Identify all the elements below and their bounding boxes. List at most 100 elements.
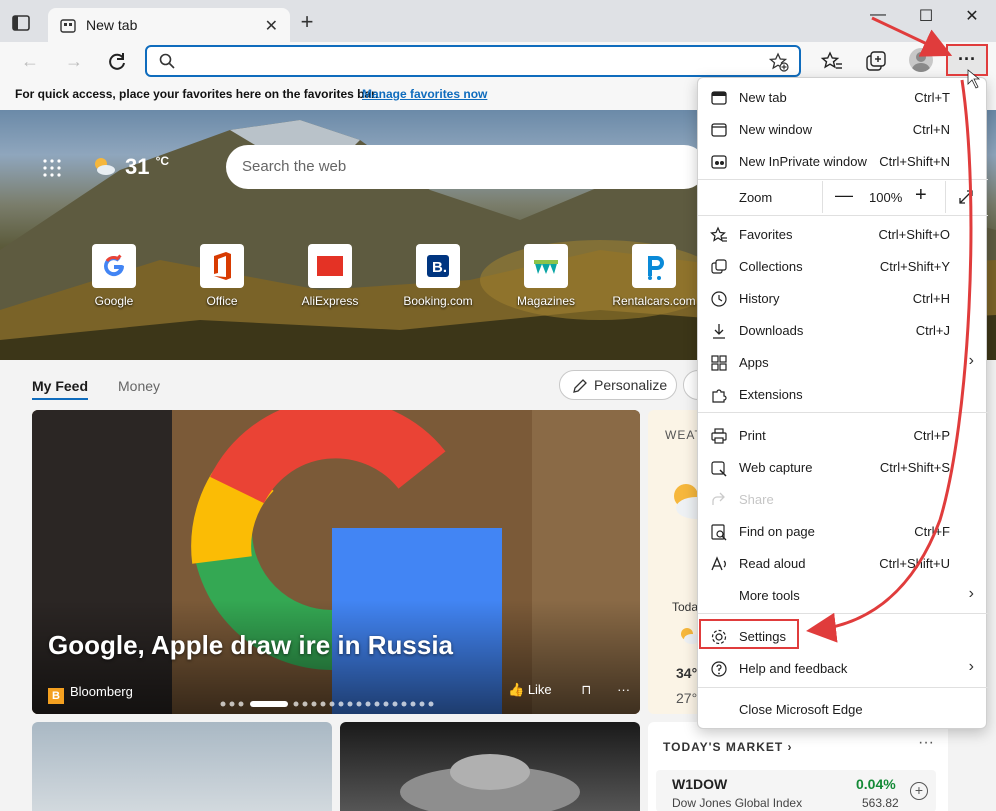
add-favorite-icon[interactable]	[769, 52, 789, 72]
thumbs-up-icon: 👍	[508, 682, 525, 697]
add-watchlist-icon[interactable]: +	[910, 782, 928, 800]
menu-item-inprivate[interactable]: New InPrivate window Ctrl+Shift+N	[698, 145, 988, 177]
new-tab-button[interactable]: +	[296, 11, 318, 34]
tile-aliexpress[interactable]: AliExpress	[285, 244, 375, 308]
chevron-right-icon: ›	[968, 658, 974, 675]
menu-item-close-edge[interactable]: Close Microsoft Edge	[698, 693, 988, 725]
menu-item-collections[interactable]: Collections Ctrl+Shift+Y	[698, 250, 988, 282]
find-icon	[711, 524, 727, 541]
weather-card-low: 27°	[676, 690, 698, 706]
weather-temperature[interactable]: 31 °C	[125, 154, 169, 180]
market-more-icon[interactable]: ···	[918, 734, 934, 752]
google-logo-icon	[92, 244, 136, 288]
market-row[interactable]: W1DOW Dow Jones Global Index 0.04% 563.8…	[656, 770, 936, 811]
booking-logo-icon: B.	[416, 244, 460, 288]
story-source: B Bloomberg	[48, 684, 133, 704]
menu-item-find-on-page[interactable]: Find on page Ctrl+F	[698, 515, 988, 547]
menu-item-help-feedback[interactable]: Help and feedback ›	[698, 652, 988, 684]
weather-card-today: Toda	[672, 600, 699, 614]
menu-item-web-capture[interactable]: Web capture Ctrl+Shift+S	[698, 451, 988, 483]
manage-favorites-link[interactable]: Manage favorites now	[362, 87, 487, 101]
aliexpress-logo-icon	[308, 244, 352, 288]
menu-item-more-tools[interactable]: More tools ›	[698, 579, 988, 611]
market-card[interactable]: TODAY'S MARKET › ··· W1DOW Dow Jones Glo…	[648, 722, 948, 811]
tile-label: Google	[94, 294, 134, 308]
tile-label: Magazines	[516, 294, 576, 308]
tile-magazines[interactable]: Magazines	[501, 244, 591, 308]
menu-item-print[interactable]: Print Ctrl+P	[698, 419, 988, 451]
like-button[interactable]: 👍 Like ⊓ ···	[508, 682, 630, 698]
zoom-in-button[interactable]: +	[915, 184, 927, 207]
new-tab-icon	[711, 91, 727, 105]
tile-rentalcars[interactable]: Rentalcars.com	[609, 244, 699, 308]
menu-separator	[698, 613, 988, 614]
carousel-indicator[interactable]	[220, 700, 450, 708]
refresh-button[interactable]	[105, 50, 129, 74]
search-icon	[159, 53, 175, 69]
collections-icon[interactable]	[864, 50, 888, 74]
tab-actions-icon[interactable]	[10, 12, 32, 34]
inprivate-icon	[711, 155, 727, 169]
forward-button[interactable]: →	[62, 50, 86, 74]
extensions-icon	[712, 389, 727, 403]
web-search-input[interactable]: Search the web	[226, 145, 706, 189]
spaceship-photo	[400, 754, 580, 811]
minimize-button[interactable]: —	[866, 6, 890, 26]
close-window-button[interactable]: ✕	[960, 6, 984, 26]
zoom-out-button[interactable]: —	[835, 185, 853, 206]
address-bar[interactable]	[145, 45, 801, 77]
tab-my-feed[interactable]: My Feed	[32, 378, 89, 400]
story-card-space[interactable]	[340, 722, 640, 811]
story-headline[interactable]: Google, Apple draw ire in Russia	[48, 630, 453, 661]
weather-card-high: 34°	[676, 665, 698, 681]
personalize-button[interactable]: Personalize	[559, 370, 677, 400]
menu-item-new-tab[interactable]: New tab Ctrl+T	[698, 81, 988, 113]
menu-item-favorites[interactable]: Favorites Ctrl+Shift+O	[698, 218, 988, 250]
print-icon	[711, 428, 727, 444]
title-bar: New tab ✕ + — ☐ ✕	[0, 0, 996, 46]
settings-and-more-menu: New tab Ctrl+T New window Ctrl+N New InPri…	[697, 77, 988, 729]
maximize-button[interactable]: ☐	[914, 6, 938, 26]
more-options-icon[interactable]: ···	[617, 682, 630, 697]
back-button[interactable]: ←	[18, 50, 42, 74]
menu-item-history[interactable]: History Ctrl+H	[698, 282, 988, 314]
tile-booking[interactable]: B. Booking.com	[393, 244, 483, 308]
help-icon	[711, 661, 727, 677]
tile-google[interactable]: Google	[69, 244, 159, 308]
tile-office[interactable]: Office	[177, 244, 267, 308]
chevron-right-icon: ›	[968, 352, 974, 369]
top-story-card[interactable]: Google, Apple draw ire in Russia B Bloomb…	[32, 410, 640, 714]
tab-new-tab[interactable]: New tab ✕	[48, 8, 290, 46]
share-icon	[712, 492, 725, 505]
menu-item-extensions[interactable]: Extensions	[698, 378, 988, 410]
magazines-logo-icon	[524, 244, 568, 288]
settings-and-more-button[interactable]: ···	[946, 44, 988, 76]
apps-launcher-icon[interactable]	[42, 158, 62, 178]
personalize-label: Personalize	[594, 377, 668, 393]
downloads-icon	[713, 324, 725, 339]
favorites-icon[interactable]	[820, 50, 844, 74]
menu-item-read-aloud[interactable]: Read aloud Ctrl+Shift+U	[698, 547, 988, 579]
menu-item-apps[interactable]: Apps ›	[698, 346, 988, 378]
tile-label: Booking.com	[403, 294, 473, 308]
story-card-clouds[interactable]	[32, 722, 332, 811]
profile-avatar[interactable]	[909, 48, 933, 72]
tab-close-icon[interactable]: ✕	[265, 16, 278, 36]
menu-item-share[interactable]: Share	[698, 483, 988, 515]
rentalcars-logo-icon	[632, 244, 676, 288]
menu-item-downloads[interactable]: Downloads Ctrl+J	[698, 314, 988, 346]
new-tab-favicon-icon	[60, 19, 76, 33]
svg-text:B.: B.	[432, 259, 447, 276]
office-logo-icon	[200, 244, 244, 288]
market-header[interactable]: TODAY'S MARKET ›	[663, 740, 793, 754]
fullscreen-icon[interactable]	[958, 189, 974, 205]
menu-separator	[698, 215, 988, 216]
market-change: 0.04%	[856, 776, 896, 792]
read-aloud-icon	[711, 556, 726, 571]
search-placeholder: Search the web	[242, 158, 347, 175]
apps-icon	[711, 355, 727, 371]
bookmark-icon[interactable]: ⊓	[581, 682, 591, 697]
google-logo-photo	[32, 410, 640, 714]
menu-item-new-window[interactable]: New window Ctrl+N	[698, 113, 988, 145]
tab-money[interactable]: Money	[118, 378, 160, 394]
